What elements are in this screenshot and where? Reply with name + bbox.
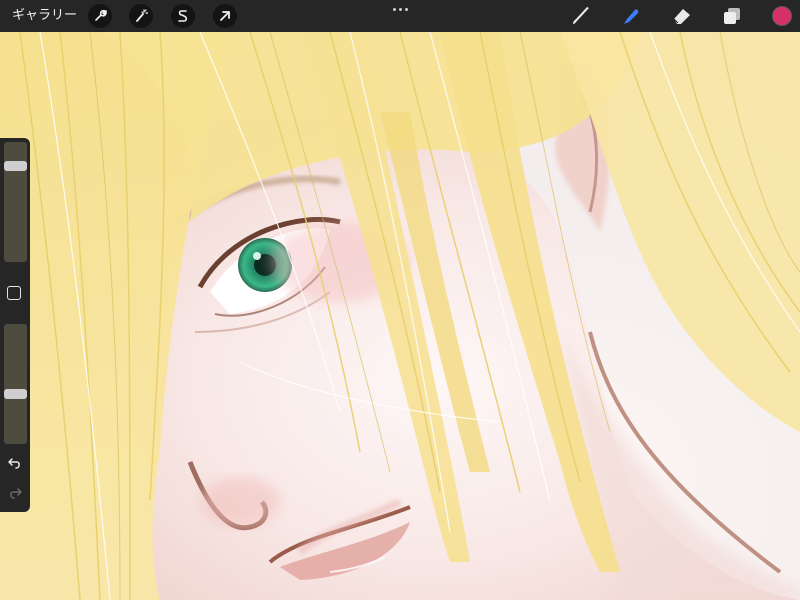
brush-size-thumb[interactable] <box>4 161 27 171</box>
brush-size-slider[interactable] <box>4 142 27 262</box>
transform-arrow-icon[interactable] <box>213 4 237 28</box>
more-options-icon[interactable] <box>388 0 412 18</box>
undo-icon[interactable] <box>6 454 24 472</box>
gallery-button[interactable]: ギャラリー <box>12 0 77 32</box>
modify-button[interactable] <box>7 286 21 300</box>
top-toolbar: ギャラリー <box>0 0 800 32</box>
opacity-thumb[interactable] <box>4 389 27 399</box>
opacity-slider[interactable] <box>4 324 27 444</box>
redo-icon[interactable] <box>6 484 24 502</box>
selection-s-icon[interactable] <box>171 4 195 28</box>
layers-icon[interactable] <box>720 4 744 28</box>
current-color-swatch[interactable] <box>772 6 792 26</box>
actions-wrench-icon[interactable] <box>88 4 112 28</box>
drawing-canvas[interactable] <box>0 32 800 600</box>
adjustments-wand-icon[interactable] <box>129 4 153 28</box>
smudge-icon[interactable] <box>619 4 643 28</box>
brush-icon[interactable] <box>569 4 593 28</box>
left-sidebar <box>0 138 30 512</box>
eraser-icon[interactable] <box>670 4 694 28</box>
artwork <box>0 32 800 600</box>
